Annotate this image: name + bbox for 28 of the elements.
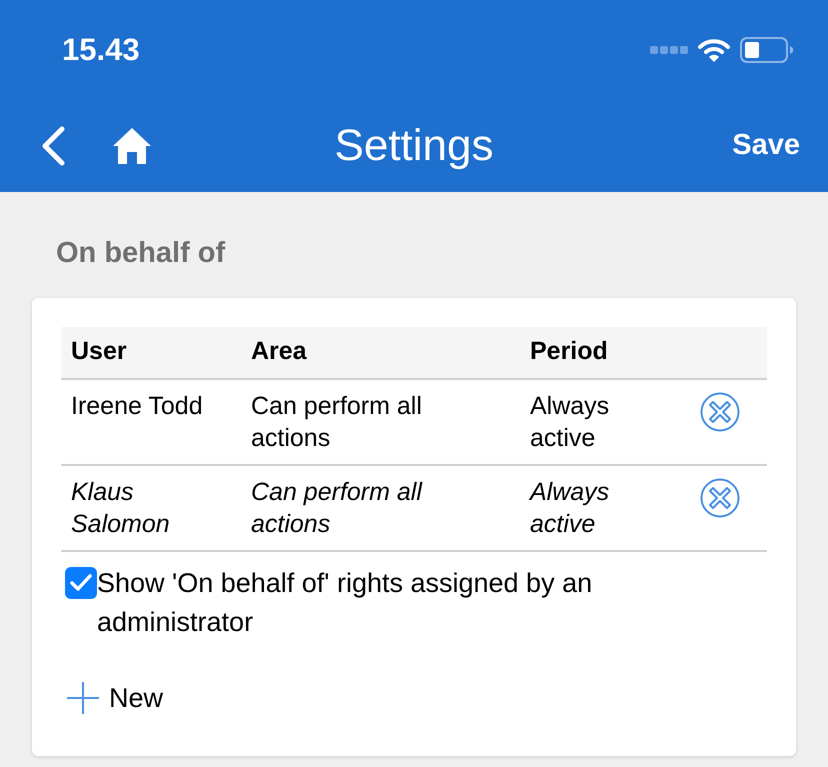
checkbox[interactable] <box>65 566 97 598</box>
table-cell: Can perform all actions <box>251 478 422 538</box>
table-cell: Klaus Salomon <box>71 478 170 538</box>
section-title: On behalf of <box>56 237 226 269</box>
remove-button[interactable] <box>700 478 740 518</box>
save-button[interactable]: Save <box>732 124 800 168</box>
table-cell: Always active <box>530 392 610 452</box>
back-icon <box>40 126 66 166</box>
column-header: User <box>71 337 127 366</box>
wifi-icon <box>698 38 730 62</box>
home-button[interactable] <box>112 126 152 166</box>
checkbox-label: Show 'On behalf of' rights assigned by an administrator <box>97 566 594 638</box>
battery-icon <box>740 37 794 63</box>
remove-button[interactable] <box>700 392 740 432</box>
screen-title: Settings <box>334 120 494 172</box>
check-icon <box>70 574 92 592</box>
table-cell: Ireene Todd <box>71 392 203 420</box>
table-cell: Always active <box>530 478 610 538</box>
plus-icon <box>67 682 99 714</box>
status-time: 15.43 <box>62 30 140 69</box>
column-header: Area <box>251 337 307 366</box>
home-icon <box>112 127 152 165</box>
column-header: Period <box>530 337 608 366</box>
remove-icon <box>700 392 740 432</box>
signal-icon <box>650 46 688 54</box>
new-button[interactable]: New <box>67 678 164 718</box>
table-cell: Can perform all actions <box>251 392 422 452</box>
remove-icon <box>700 478 740 518</box>
